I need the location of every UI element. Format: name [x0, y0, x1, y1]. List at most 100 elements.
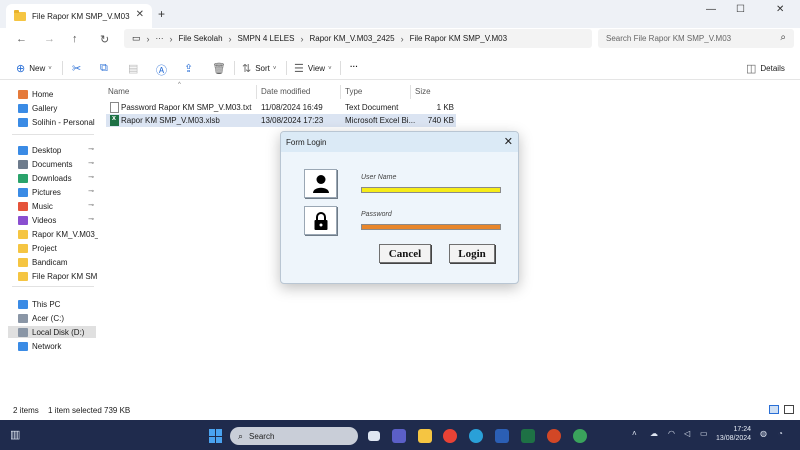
sidebar-item[interactable]: This PC — [18, 298, 98, 310]
powerpoint-icon[interactable] — [547, 429, 561, 443]
share-button[interactable]: ⇪ — [184, 62, 197, 75]
tab-close-icon[interactable]: ✕ — [136, 9, 144, 20]
sidebar-item[interactable]: Home — [18, 88, 98, 100]
delete-button[interactable]: 🗑 — [212, 62, 230, 75]
sidebar-item-label: Local Disk (D:) — [32, 327, 85, 337]
downloads-icon — [18, 173, 28, 183]
minimize-button[interactable]: — — [706, 4, 716, 15]
teams-icon[interactable] — [392, 429, 406, 443]
sidebar-item-label: Pictures — [32, 187, 61, 197]
sidebar-item[interactable]: Bandicam — [18, 256, 98, 268]
copilot-icon[interactable]: ◍ — [760, 429, 767, 438]
new-tab-button[interactable]: + — [158, 7, 165, 21]
sidebar-item[interactable]: Gallery — [18, 102, 98, 114]
tiles-view-button[interactable] — [784, 405, 794, 414]
sidebar-item-label: This PC — [32, 299, 61, 309]
sidebar-item[interactable]: Downloads ⊸ — [18, 172, 98, 184]
gallery-icon — [18, 103, 28, 113]
taskbar-search[interactable]: ⌕ Search — [230, 427, 358, 445]
chrome-icon[interactable] — [443, 429, 457, 443]
column-divider[interactable] — [256, 85, 257, 99]
sidebar-item[interactable]: Acer (C:) — [18, 312, 98, 324]
back-arrow-icon[interactable]: ← — [16, 33, 27, 45]
notifications-icon[interactable]: ◔ — [778, 429, 783, 438]
sidebar-item[interactable]: Solihin - Personal — [18, 116, 98, 128]
breadcrumb-rapor-km[interactable]: Rapor KM_V.M03_2425 — [309, 34, 394, 43]
file-row[interactable]: Password Rapor KM SMP_V.M03.txt 11/08/20… — [106, 101, 456, 114]
chevron-right-icon: › — [228, 33, 232, 44]
tab-file-rapor[interactable]: File Rapor KM SMP_V.M03 ✕ — [6, 4, 152, 28]
home-icon — [18, 89, 28, 99]
chevron-up-icon[interactable]: ˄ — [632, 429, 637, 438]
widgets-icon[interactable]: ▥ — [10, 428, 20, 441]
word-icon[interactable] — [495, 429, 509, 443]
refresh-icon[interactable]: ↻ — [100, 33, 109, 46]
breadcrumb-file-rapor[interactable]: File Rapor KM SMP_V.M03 — [410, 34, 508, 43]
sidebar-item-label: Project — [32, 243, 57, 253]
sidebar-item[interactable]: File Rapor KM SMP_V — [18, 270, 98, 282]
cancel-button[interactable]: Cancel — [379, 244, 431, 263]
maximize-button[interactable]: ☐ — [736, 4, 745, 15]
more-options-button[interactable]: ··· — [350, 62, 358, 71]
item-count: 2 items — [13, 406, 39, 415]
sidebar-item[interactable]: Local Disk (D:) — [8, 326, 96, 338]
rename-button[interactable]: Ⓐ — [156, 62, 171, 78]
column-header-size[interactable]: Size — [415, 87, 431, 96]
taskbar: ▥ ⌕ Search ˄ ☁ ◠ ◁ ▭ 17:24 13/08/2024 ◍ … — [0, 420, 800, 450]
sidebar-item[interactable]: Rapor KM_V.M03_242 — [18, 228, 98, 240]
sidebar-item[interactable]: Music ⊸ — [18, 200, 98, 212]
new-button[interactable]: ⊕ New ˅ — [16, 62, 52, 75]
user-icon-box — [304, 169, 337, 198]
sidebar-item[interactable]: Project — [18, 242, 98, 254]
dialog-close-button[interactable]: ✕ — [504, 135, 513, 148]
close-button[interactable]: ✕ — [776, 4, 784, 15]
sidebar-item[interactable]: Documents ⊸ — [18, 158, 98, 170]
desktop-icon — [18, 145, 28, 155]
breadcrumb-file-sekolah[interactable]: File Sekolah — [179, 34, 223, 43]
wifi-icon[interactable]: ◠ — [668, 429, 675, 438]
column-divider[interactable] — [410, 85, 411, 99]
up-arrow-icon[interactable]: ↑ — [72, 33, 78, 45]
sidebar-item[interactable]: Videos ⊸ — [18, 214, 98, 226]
copy-button[interactable]: ⧉ — [100, 62, 112, 75]
sidebar-item[interactable]: Desktop ⊸ — [18, 144, 98, 156]
file-explorer-icon[interactable] — [418, 429, 432, 443]
column-header-date[interactable]: Date modified — [261, 87, 310, 96]
details-view-button[interactable] — [769, 405, 779, 414]
column-divider[interactable] — [340, 85, 341, 99]
edge-icon[interactable] — [469, 429, 483, 443]
cut-button[interactable]: ✂ — [72, 62, 85, 75]
volume-icon[interactable]: ◁ — [684, 429, 690, 438]
chevron-right-icon: › — [400, 33, 404, 44]
column-header-name[interactable]: Name — [108, 87, 129, 96]
excel-file-icon — [110, 115, 119, 126]
breadcrumb-smpn-4-leles[interactable]: SMPN 4 LELES — [238, 34, 295, 43]
forward-arrow-icon[interactable]: → — [44, 33, 55, 45]
taskbar-clock[interactable]: 17:24 13/08/2024 — [716, 425, 751, 443]
battery-icon[interactable]: ▭ — [700, 429, 708, 438]
paste-button[interactable]: ▤ — [128, 62, 142, 75]
start-button[interactable] — [209, 429, 223, 443]
login-button[interactable]: Login — [449, 244, 495, 263]
sidebar-item[interactable]: Network — [18, 340, 98, 352]
address-bar[interactable]: ▭ › ··· › File Sekolah › SMPN 4 LELES › … — [124, 29, 592, 48]
breadcrumb-more[interactable]: ··· — [156, 34, 164, 43]
username-field[interactable] — [361, 187, 501, 193]
tray-app-icon[interactable]: ☁ — [650, 429, 658, 438]
sort-button[interactable]: ⇅ Sort ˅ — [242, 62, 276, 75]
file-row[interactable]: Rapor KM SMP_V.M03.xlsb 13/08/2024 17:23… — [106, 114, 456, 127]
excel-icon[interactable] — [521, 429, 535, 443]
selection-info: 1 item selected 739 KB — [48, 406, 131, 415]
column-header-type[interactable]: Type — [345, 87, 362, 96]
new-label: New — [29, 64, 46, 73]
file-type: Text Document — [345, 103, 399, 112]
sidebar-item[interactable]: Pictures ⊸ — [18, 186, 98, 198]
password-field[interactable] — [361, 224, 501, 230]
task-view-icon[interactable] — [368, 431, 380, 441]
sidebar-item-label: Downloads — [32, 173, 72, 183]
app-icon[interactable] — [573, 429, 587, 443]
view-button[interactable]: ☰ View ˅ — [294, 62, 332, 75]
search-input[interactable]: Search File Rapor KM SMP_V.M03 ⌕ — [598, 29, 794, 48]
dialog-title: Form Login — [286, 138, 327, 147]
details-button[interactable]: ◫ Details — [746, 62, 785, 75]
